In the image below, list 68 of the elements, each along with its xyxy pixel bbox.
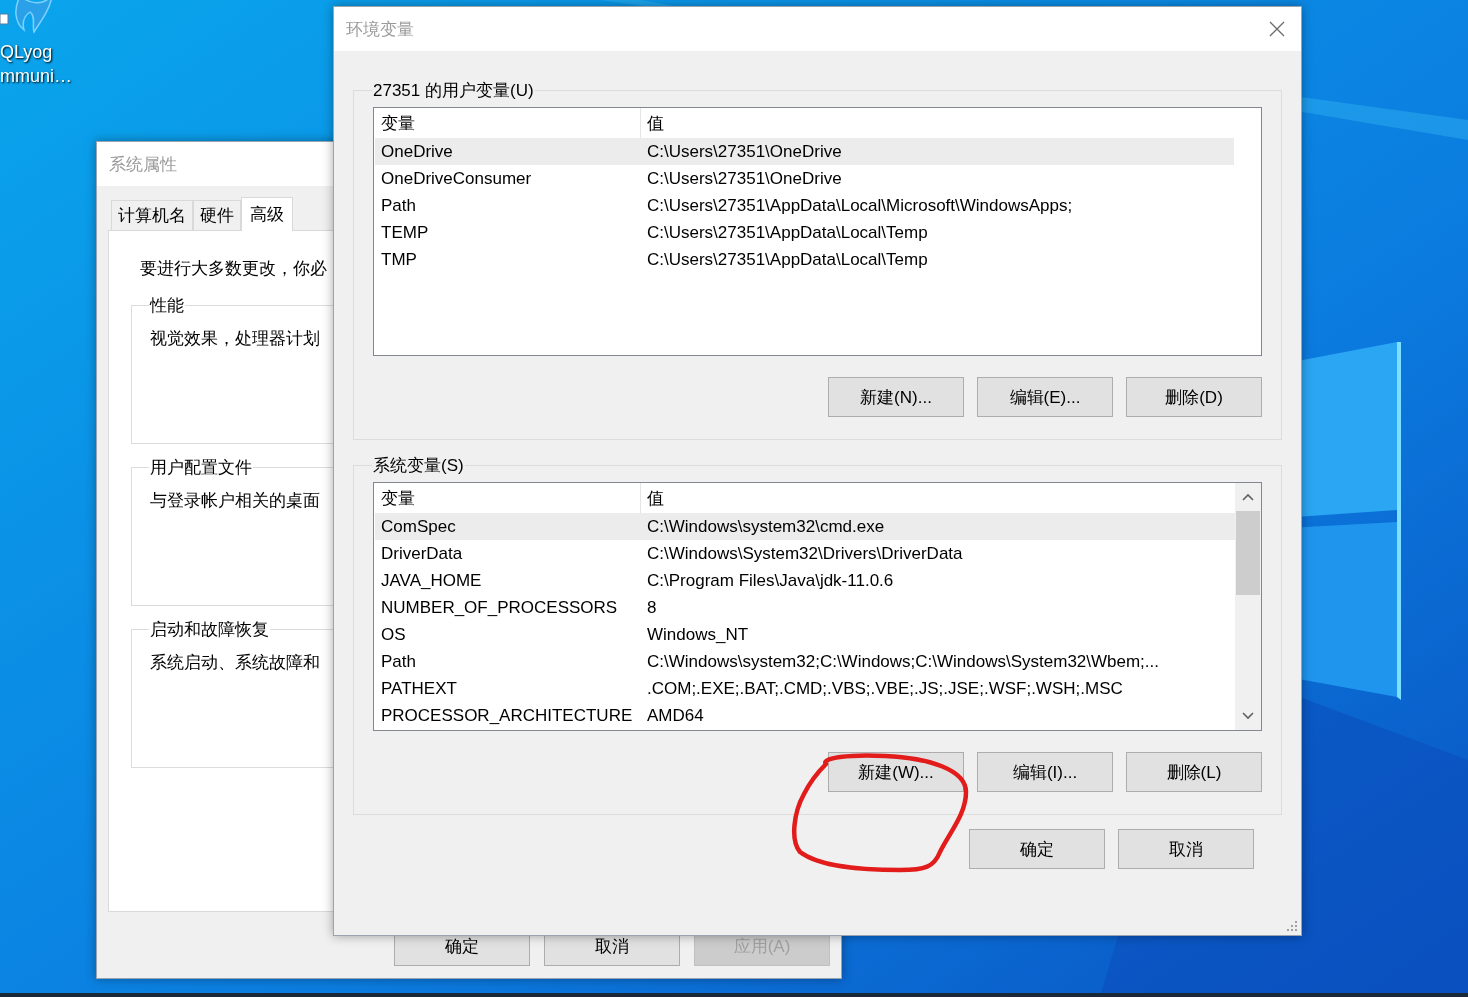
variable-value: C:\Users\27351\AppData\Local\Temp [646,222,928,243]
list-row[interactable]: TEMP C:\Users\27351\AppData\Local\Temp [375,219,1234,246]
tab[interactable]: 高级 [241,197,293,231]
tab[interactable]: 计算机名 [111,200,193,230]
variable-name: OneDrive [380,140,454,163]
list-row[interactable]: PROCESSOR_ARCHITECTURE AMD64 [375,702,1235,729]
variable-name: NUMBER_OF_PROCESSORS [380,596,619,619]
column-header[interactable]: 值 [641,111,664,135]
dialog-button[interactable]: 取消 [1118,829,1254,869]
variable-value: C:\Windows\system32\cmd.exe [646,516,885,537]
tab[interactable]: 硬件 [193,200,241,230]
resize-grip-icon[interactable] [1286,920,1298,932]
variable-name: DriverData [380,542,464,565]
variable-name: TMP [380,248,418,271]
list-row[interactable]: OneDriveConsumer C:\Users\27351\OneDrive [375,165,1234,192]
group-title: 系统变量(S) [372,455,465,477]
list-row[interactable]: ComSpec C:\Windows\system32\cmd.exe [375,513,1235,540]
dialog-button[interactable]: 确定 [969,829,1105,869]
group-text: 与登录帐户相关的桌面 [150,491,320,510]
list-row[interactable]: Path C:\Windows\system32;C:\Windows;C:\Windows\System32\Wbem;... [375,648,1235,675]
window-title: 系统属性 [109,153,177,176]
variable-value: C:\Users\27351\OneDrive [646,168,842,189]
list-row[interactable]: OS Windows_NT [375,621,1235,648]
variable-name: Path [380,650,417,673]
list-action-button[interactable]: 编辑(E)... [977,377,1113,417]
scroll-up-icon[interactable] [1242,493,1254,501]
variable-value: C:\Windows\System32\Drivers\DriverData [646,543,963,564]
variable-name: OS [380,623,407,646]
list-action-button[interactable]: 删除(L) [1126,752,1262,792]
list-action-button[interactable]: 编辑(I)... [977,752,1113,792]
variable-value: C:\Users\27351\AppData\Local\Temp [646,249,928,270]
window-title: 环境变量 [346,18,414,41]
list-row[interactable]: PATHEXT .COM;.EXE;.BAT;.CMD;.VBS;.VBE;.JS;.JSE;.WSF;.WSH;.MSC [375,675,1235,702]
variable-name: PROCESSOR_ARCHITECTURE [380,704,634,727]
list-row[interactable]: Path C:\Users\27351\AppData\Local\Microsoft\WindowsApps; [375,192,1234,219]
list-action-button[interactable]: 新建(N)... [828,377,964,417]
list-row[interactable]: TMP C:\Users\27351\AppData\Local\Temp [375,246,1234,273]
variable-name: ComSpec [380,515,457,538]
group-title: 用户配置文件 [149,457,253,479]
variable-name: TEMP [380,221,430,244]
group-text: 系统启动、系统故障和 [150,653,320,672]
group-title: 27351 的用户变量(U) [372,80,535,102]
variable-name: Path [380,194,417,217]
variable-value: C:\Program Files\Java\jdk-11.0.6 [646,570,894,591]
scroll-down-icon[interactable] [1242,712,1254,720]
variable-name: OneDriveConsumer [380,167,533,190]
variable-value: C:\Users\27351\AppData\Local\Microsoft\WindowsApps; [646,195,1073,216]
variable-name: PATHEXT [380,677,458,700]
list-row[interactable]: DriverData C:\Windows\System32\Drivers\DriverData [375,540,1235,567]
variable-value: Windows_NT [646,624,749,645]
variable-value: 8 [646,597,657,618]
close-icon[interactable] [1269,21,1285,37]
column-header[interactable]: 值 [641,486,664,510]
variable-value: .COM;.EXE;.BAT;.CMD;.VBS;.VBE;.JS;.JSE;.WSF;.WSH;.MSC [646,678,1123,699]
scrollbar[interactable] [1235,483,1261,730]
variable-value: AMD64 [646,705,704,726]
list-action-button[interactable]: 删除(D) [1126,377,1262,417]
variable-value: C:\Windows\system32;C:\Windows;C:\Windows\System32\Wbem;... [646,651,1160,672]
variable-value: C:\Users\27351\OneDrive [646,141,842,162]
scroll-thumb[interactable] [1236,511,1260,595]
note-text: 要进行大多数更改，你必 [140,258,327,280]
list-row[interactable]: JAVA_HOME C:\Program Files\Java\jdk-11.0.6 [375,567,1235,594]
group-title: 启动和故障恢复 [149,619,270,641]
variable-name: JAVA_HOME [380,569,483,592]
group-text: 视觉效果，处理器计划 [150,329,320,348]
list-row[interactable]: OneDrive C:\Users\27351\OneDrive [375,138,1234,165]
group-title: 性能 [149,295,185,317]
list-row[interactable]: NUMBER_OF_PROCESSORS 8 [375,594,1235,621]
